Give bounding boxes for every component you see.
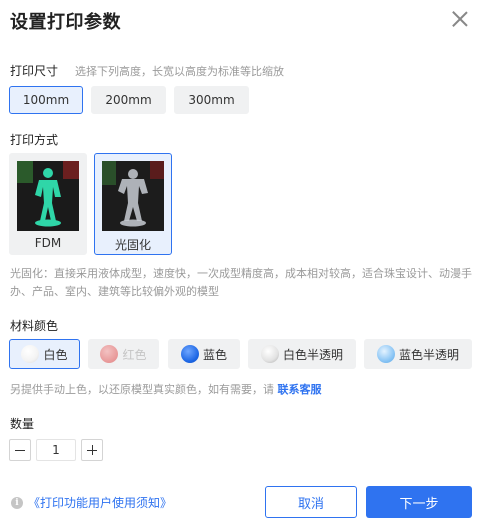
quantity-decrease-button[interactable] bbox=[9, 439, 31, 461]
dialog-title: 设置打印参数 bbox=[10, 12, 121, 33]
method-option-sla[interactable]: 光固化 bbox=[94, 153, 172, 255]
sla-model-image bbox=[102, 161, 164, 231]
color-note: 另提供手动上色，以还原模型真实颜色，如有需要，请 联系客服 bbox=[10, 381, 322, 397]
quantity-input[interactable] bbox=[36, 439, 76, 461]
size-label: 打印尺寸 bbox=[10, 64, 59, 78]
size-option-300mm[interactable]: 300mm bbox=[174, 86, 249, 114]
blue-translucent-swatch-icon bbox=[376, 345, 395, 363]
size-option-200mm[interactable]: 200mm bbox=[91, 86, 166, 114]
info-icon: i bbox=[11, 497, 23, 509]
color-option-label: 白色 bbox=[43, 347, 68, 362]
color-option-label: 红色 bbox=[122, 347, 147, 362]
color-note-text: 另提供手动上色，以还原模型真实颜色，如有需要，请 bbox=[10, 383, 274, 396]
color-option-blue[interactable]: 蓝色 bbox=[168, 339, 240, 369]
method-option-fdm[interactable]: FDM bbox=[9, 153, 87, 255]
fdm-model-image bbox=[17, 161, 79, 231]
color-option-label: 蓝色 bbox=[202, 347, 227, 362]
contact-support-link[interactable]: 联系客服 bbox=[278, 383, 322, 396]
color-option-red: 红色 bbox=[88, 339, 159, 369]
method-option-label: FDM bbox=[34, 236, 62, 250]
blue-swatch-icon bbox=[180, 345, 199, 363]
material-label: 材料颜色 bbox=[10, 319, 59, 333]
method-description: 光固化：直接采用液体成型，速度快，一次成型精度高，成本相对较高，适合珠宝设计、动… bbox=[10, 267, 472, 298]
usage-notice-link[interactable]: 《打印功能用户使用须知》 bbox=[28, 494, 172, 511]
size-hint: 选择下列高度，长宽以高度为标准等比缩放 bbox=[75, 65, 284, 78]
red-swatch-icon bbox=[100, 345, 119, 363]
white-translucent-swatch-icon bbox=[260, 345, 279, 363]
color-option-white-translucent[interactable]: 白色半透明 bbox=[248, 339, 356, 369]
color-option-blue-translucent[interactable]: 蓝色半透明 bbox=[364, 339, 472, 369]
cancel-button[interactable]: 取消 bbox=[265, 486, 357, 518]
size-option-100mm[interactable]: 100mm bbox=[9, 86, 83, 114]
quantity-label: 数量 bbox=[10, 417, 35, 431]
color-option-label: 蓝色半透明 bbox=[398, 347, 459, 362]
close-icon[interactable] bbox=[450, 9, 470, 29]
color-option-label: 白色半透明 bbox=[282, 347, 343, 362]
white-swatch-icon bbox=[21, 345, 40, 363]
color-option-white[interactable]: 白色 bbox=[9, 339, 80, 369]
quantity-increase-button[interactable] bbox=[81, 439, 103, 461]
method-label: 打印方式 bbox=[10, 133, 59, 147]
method-option-label: 光固化 bbox=[114, 238, 151, 252]
next-step-button[interactable]: 下一步 bbox=[366, 486, 472, 518]
